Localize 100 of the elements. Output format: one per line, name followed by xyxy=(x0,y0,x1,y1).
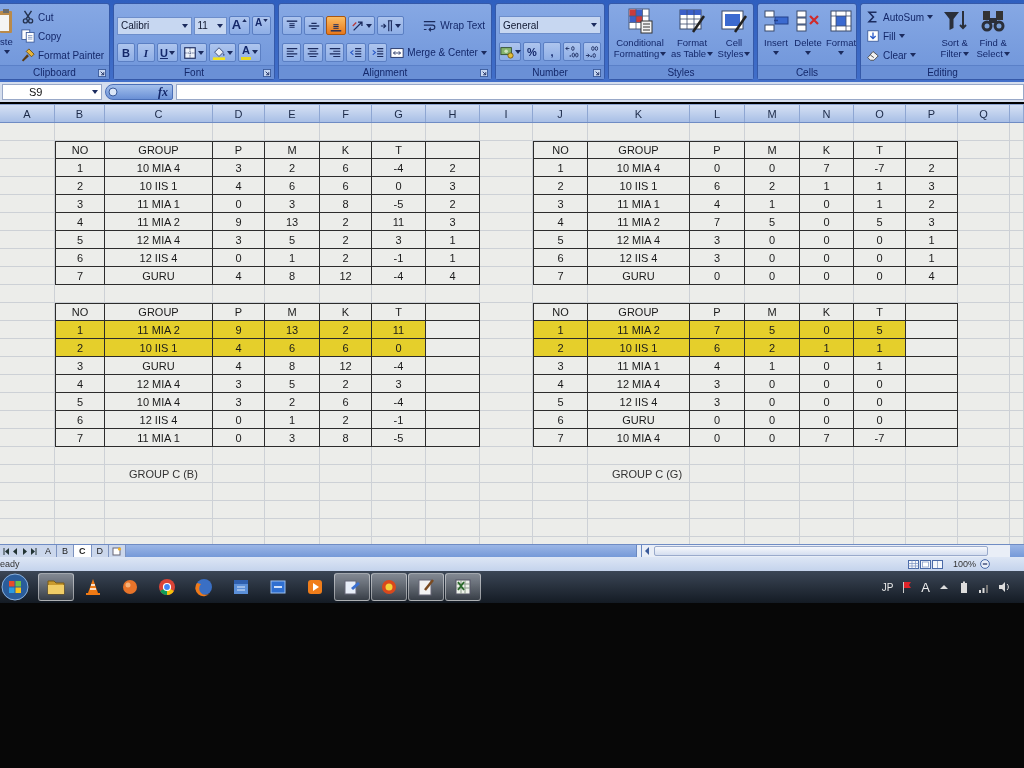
page-break-icon[interactable] xyxy=(931,559,943,569)
column-header[interactable]: F xyxy=(320,105,372,122)
format-as-table-button[interactable]: Format as Table xyxy=(670,7,714,59)
accounting-button[interactable] xyxy=(499,42,521,61)
borders-button[interactable] xyxy=(179,43,207,62)
column-header[interactable]: N xyxy=(800,105,854,122)
horizontal-scrollbar[interactable] xyxy=(642,545,1010,557)
autosum-button[interactable]: AutoSum xyxy=(864,8,936,26)
column-header[interactable]: J xyxy=(533,105,588,122)
delete-cells-icon xyxy=(794,8,822,34)
shrink-font-button[interactable]: A xyxy=(252,16,271,35)
column-header[interactable]: G xyxy=(372,105,426,122)
decrease-indent-button[interactable] xyxy=(346,43,366,62)
increase-indent-button[interactable] xyxy=(367,43,388,62)
scroll-left-icon[interactable] xyxy=(644,547,650,555)
taskbar-button[interactable] xyxy=(371,573,407,601)
skip-forward-icon[interactable] xyxy=(30,547,37,555)
percent-button[interactable]: % xyxy=(523,42,541,61)
copy-button[interactable]: Copy xyxy=(19,27,107,45)
formula-field[interactable] xyxy=(176,84,1024,100)
language-indicator[interactable]: JP xyxy=(881,581,894,593)
italic-button[interactable]: I xyxy=(137,43,155,62)
insert-function-button[interactable]: fx xyxy=(158,85,168,99)
grow-font-button[interactable]: A xyxy=(229,16,251,35)
align-center-button[interactable] xyxy=(303,43,323,62)
taskbar-button[interactable] xyxy=(408,573,444,601)
round-handle-icon[interactable] xyxy=(108,86,118,98)
zoom-out-icon[interactable] xyxy=(980,559,990,569)
column-header[interactable]: K xyxy=(588,105,690,122)
split-handle[interactable] xyxy=(636,545,642,557)
fill-button[interactable]: Fill xyxy=(864,27,936,45)
skip-back-icon[interactable] xyxy=(3,547,10,555)
orientation-button[interactable] xyxy=(348,16,375,35)
cell-styles-button[interactable]: Cell Styles xyxy=(716,7,752,59)
cut-button[interactable]: Cut xyxy=(19,8,107,26)
format-painter-button[interactable]: Format Painter xyxy=(19,46,107,64)
zoom-level[interactable]: 100% xyxy=(952,559,976,569)
fill-color-button[interactable] xyxy=(208,43,236,62)
font-color-button[interactable]: A xyxy=(237,43,261,62)
increase-decimal-button[interactable] xyxy=(563,42,581,61)
align-left-button[interactable] xyxy=(282,43,302,62)
clear-button[interactable]: Clear xyxy=(864,46,936,64)
normal-view-icon[interactable] xyxy=(907,559,919,569)
align-right-button[interactable] xyxy=(324,43,345,62)
format-button[interactable]: Format xyxy=(825,7,858,55)
column-header[interactable]: Q xyxy=(958,105,1010,122)
dialog-launcher-icon[interactable] xyxy=(98,68,106,77)
column-header[interactable]: E xyxy=(265,105,320,122)
text-direction-button[interactable] xyxy=(377,16,404,35)
flag-icon[interactable] xyxy=(901,581,914,593)
find-select-button[interactable]: Find & Select xyxy=(974,7,1013,59)
sheet-tab[interactable]: C xyxy=(74,545,92,557)
input-mode-indicator[interactable]: A xyxy=(921,579,930,595)
group-label: Number xyxy=(532,67,568,78)
number-format-dropdown[interactable]: General xyxy=(499,16,601,34)
column-header[interactable]: A xyxy=(0,105,55,122)
delete-button[interactable]: Delete xyxy=(793,7,823,55)
column-header[interactable]: D xyxy=(213,105,265,122)
column-header[interactable]: I xyxy=(480,105,533,122)
column-header[interactable]: H xyxy=(426,105,480,122)
column-header[interactable]: L xyxy=(690,105,745,122)
name-box[interactable]: S9 xyxy=(2,84,102,100)
start-orb-icon[interactable] xyxy=(1,573,29,601)
battery-icon[interactable] xyxy=(958,581,970,593)
decrease-decimal-button[interactable] xyxy=(583,42,601,61)
page-layout-icon[interactable] xyxy=(919,559,931,569)
align-middle-button[interactable] xyxy=(304,16,324,35)
scrollbar-thumb[interactable] xyxy=(654,546,988,556)
comma-button[interactable]: , xyxy=(543,42,561,61)
dialog-launcher-icon[interactable] xyxy=(593,68,601,77)
bold-button[interactable]: B xyxy=(117,43,135,62)
align-bottom-button[interactable] xyxy=(326,16,346,35)
taskbar-button[interactable] xyxy=(334,573,370,601)
underline-button[interactable]: U xyxy=(157,43,178,62)
speaker-icon[interactable] xyxy=(998,581,1010,593)
column-header[interactable]: P xyxy=(906,105,958,122)
dialog-launcher-icon[interactable] xyxy=(480,68,488,77)
font-name-dropdown[interactable]: Calibri xyxy=(117,16,192,35)
page-brush-icon xyxy=(416,577,436,597)
cell-brush-icon xyxy=(720,8,748,34)
merge-center-button[interactable]: Merge & Center xyxy=(389,43,489,62)
column-header[interactable]: B xyxy=(55,105,105,122)
taskbar-button[interactable] xyxy=(38,573,74,601)
dialog-launcher-icon[interactable] xyxy=(263,68,271,77)
conditional-formatting-button[interactable]: Conditional Formatting xyxy=(612,7,668,59)
column-header[interactable]: M xyxy=(745,105,800,122)
column-header[interactable]: C xyxy=(105,105,213,122)
back-arrow-icon[interactable] xyxy=(12,547,19,555)
font-size-dropdown[interactable]: 11 xyxy=(193,16,227,35)
sort-filter-button[interactable]: Sort & Filter xyxy=(938,7,972,59)
insert-sheet-button[interactable] xyxy=(109,545,127,557)
paste-button[interactable]: ste xyxy=(0,7,16,54)
sheet-tab[interactable]: B xyxy=(57,545,75,557)
insert-button[interactable]: Insert xyxy=(761,7,791,55)
forward-arrow-icon[interactable] xyxy=(21,547,28,555)
wrap-text-button[interactable]: Wrap Text xyxy=(420,16,488,35)
column-header[interactable]: O xyxy=(854,105,906,122)
sheet-tab[interactable]: A xyxy=(40,545,57,557)
taskbar-button[interactable] xyxy=(445,573,481,601)
align-top-button[interactable] xyxy=(282,16,302,35)
